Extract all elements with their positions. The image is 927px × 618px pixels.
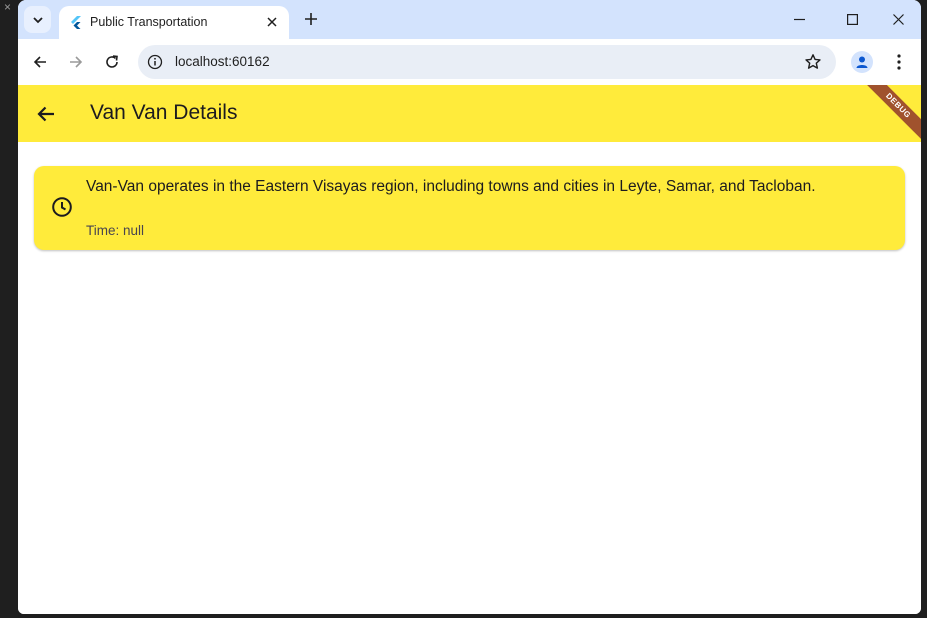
editor-glyph: × [4, 0, 12, 14]
back-button[interactable] [29, 51, 51, 73]
minimize-icon [793, 18, 805, 20]
background-editor-right [921, 0, 927, 618]
tab-search-button[interactable] [24, 6, 51, 33]
debug-banner: DEBUG [861, 85, 921, 142]
close-icon [892, 13, 904, 25]
app-bar: Van Van Details DEBUG [18, 85, 921, 142]
maximize-icon [846, 13, 858, 25]
tab-public-transportation[interactable]: Public Transportation [59, 6, 289, 39]
minimize-button[interactable] [788, 9, 810, 29]
bookmark-star-icon[interactable] [804, 53, 822, 71]
info-icon[interactable] [147, 54, 163, 70]
arrow-left-icon [33, 56, 46, 68]
card-description: Van-Van operates in the Eastern Visayas … [86, 178, 816, 195]
new-tab-button[interactable] [301, 9, 321, 29]
back-arrow-icon[interactable] [35, 103, 57, 125]
close-icon [267, 17, 277, 27]
flutter-icon [71, 16, 81, 29]
page-title: Van Van Details [90, 101, 238, 124]
background-editor: × [0, 0, 18, 618]
browser-menu-button[interactable] [890, 52, 908, 72]
info-card[interactable]: Van-Van operates in the Eastern Visayas … [34, 166, 905, 250]
tab-title: Public Transportation [90, 15, 208, 29]
plus-icon [305, 13, 317, 25]
browser-window: Public Transportation localhost:60162 Va… [18, 0, 921, 614]
browser-toolbar: localhost:60162 [18, 39, 921, 85]
card-time: Time: null [86, 223, 145, 238]
more-vert-icon [897, 54, 901, 70]
tab-close-button[interactable] [263, 13, 281, 31]
chevron-down-icon [32, 16, 43, 23]
page-content: Van-Van operates in the Eastern Visayas … [18, 142, 921, 614]
reload-icon [106, 55, 118, 68]
person-icon [856, 56, 868, 68]
address-bar[interactable]: localhost:60162 [138, 45, 836, 79]
maximize-button[interactable] [841, 9, 863, 29]
tab-strip: Public Transportation [18, 0, 921, 39]
reload-button[interactable] [101, 51, 123, 73]
forward-button[interactable] [65, 51, 87, 73]
url-text: localhost:60162 [175, 54, 270, 69]
clock-icon [52, 197, 72, 217]
profile-button[interactable] [851, 51, 873, 73]
arrow-right-icon [70, 56, 83, 68]
close-window-button[interactable] [887, 9, 909, 29]
